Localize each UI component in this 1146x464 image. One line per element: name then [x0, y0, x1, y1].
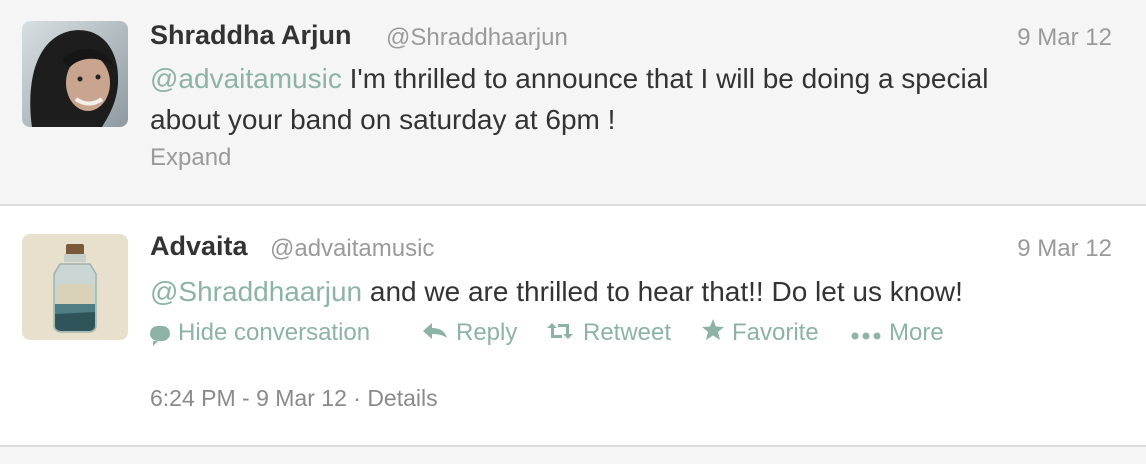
next-tweet-edge: [0, 447, 1146, 464]
username[interactable]: @Shraddhaarjun: [386, 24, 568, 52]
reply-button[interactable]: Reply: [422, 319, 517, 347]
retweet-label: Retweet: [583, 319, 672, 346]
reply-arrow-icon: [422, 319, 448, 347]
tweet-text: @advaitamusic I'm thrilled to announce t…: [150, 58, 1110, 140]
speech-bubble-icon: [150, 325, 170, 346]
display-name[interactable]: Advaita: [150, 231, 248, 262]
meta-separator: ·: [346, 385, 368, 411]
favorite-label: Favorite: [732, 319, 819, 346]
more-button[interactable]: More: [851, 319, 944, 347]
retweet-button[interactable]: Retweet: [545, 319, 671, 347]
favorite-button[interactable]: Favorite: [702, 319, 819, 347]
tweet-time[interactable]: 6:24 PM - 9 Mar 12: [150, 385, 347, 411]
details-link[interactable]: Details: [367, 385, 437, 411]
mention-link[interactable]: @advaitamusic: [150, 63, 342, 94]
avatar[interactable]: [22, 234, 128, 340]
avatar-bottle-image: [22, 234, 128, 340]
reply-label: Reply: [456, 319, 518, 346]
tweet-item[interactable]: Shraddha Arjun @Shraddhaarjun 9 Mar 12 @…: [0, 0, 1146, 206]
tweet-text-line2: about your band on saturday at 6pm !: [150, 104, 616, 135]
star-icon: [702, 319, 724, 347]
tweet-meta: 6:24 PM - 9 Mar 12 · Details: [150, 385, 438, 412]
avatar-photo: [22, 21, 128, 127]
avatar[interactable]: [22, 21, 128, 127]
expand-link[interactable]: Expand: [150, 144, 231, 172]
mention-link[interactable]: @Shraddhaarjun: [150, 276, 362, 307]
timestamp[interactable]: 9 Mar 12: [1017, 24, 1112, 52]
tweet-text: @Shraddhaarjun and we are thrilled to he…: [150, 271, 1110, 312]
ellipsis-icon: [851, 319, 881, 347]
timestamp[interactable]: 9 Mar 12: [1017, 235, 1112, 263]
hide-conversation-button[interactable]: Hide conversation: [150, 319, 370, 347]
retweet-icon: [545, 319, 575, 347]
tweet-text-line1: I'm thrilled to announce that I will be …: [341, 63, 989, 94]
tweet-text-body: and we are thrilled to hear that!! Do le…: [362, 276, 963, 307]
more-label: More: [889, 319, 944, 346]
tweet-item[interactable]: Advaita @advaitamusic 9 Mar 12 @Shraddha…: [0, 207, 1146, 447]
username[interactable]: @advaitamusic: [270, 235, 434, 263]
display-name[interactable]: Shraddha Arjun: [150, 20, 352, 51]
hide-conversation-label: Hide conversation: [178, 319, 371, 346]
